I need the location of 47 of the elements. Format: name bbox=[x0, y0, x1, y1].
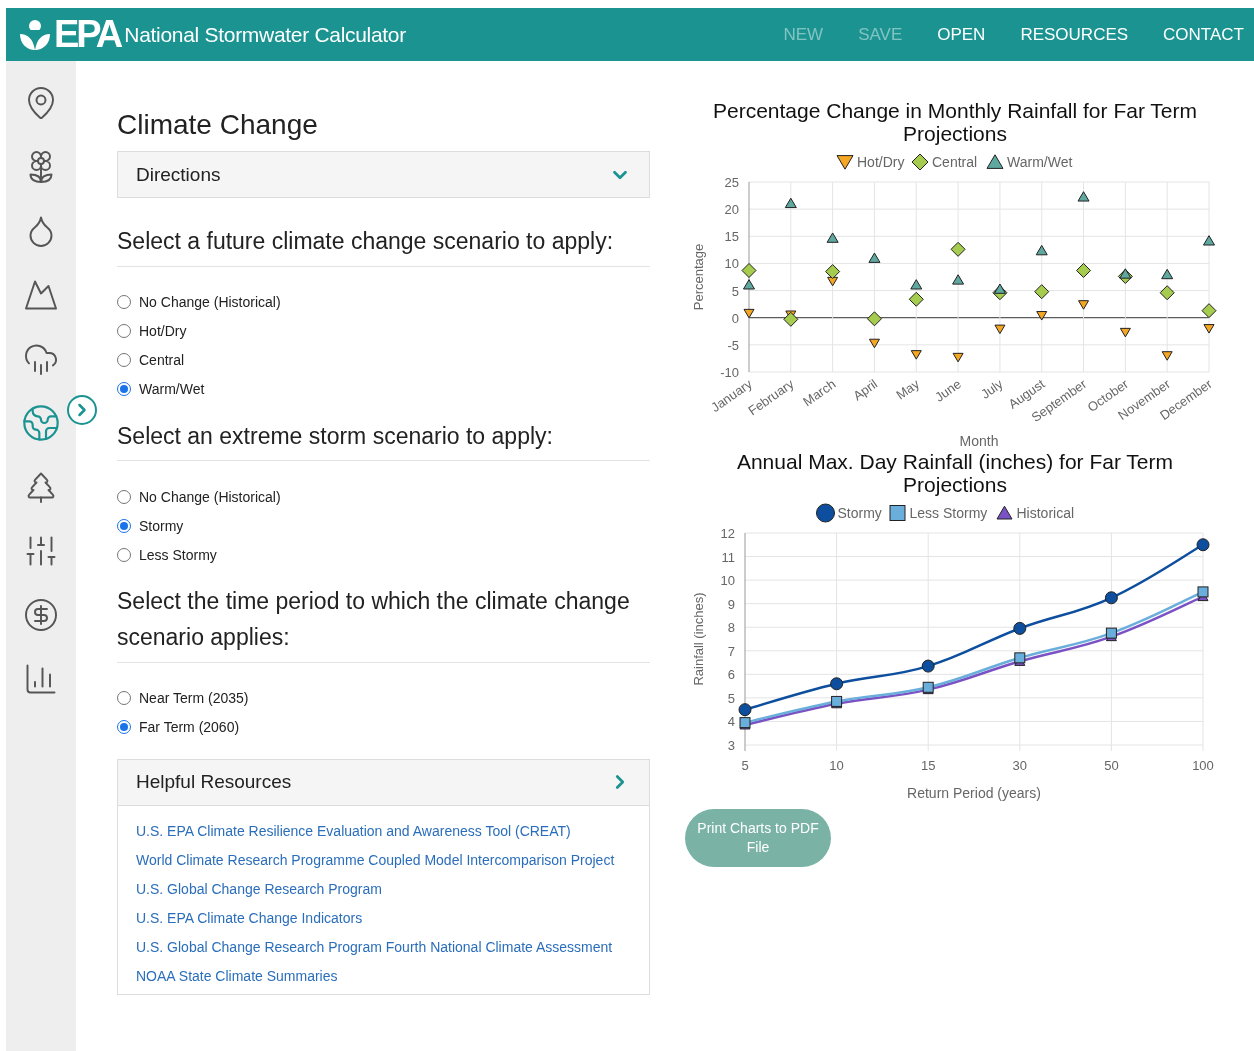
axis-tick-label: 7 bbox=[727, 644, 735, 660]
axis-tick-label: June bbox=[932, 376, 964, 405]
legend-label: Central bbox=[932, 154, 978, 171]
axis-tick-label: 20 bbox=[724, 202, 739, 218]
axis-tick-label: -5 bbox=[727, 338, 739, 354]
axis-tick-label: 15 bbox=[724, 229, 739, 245]
page-title: Climate Change bbox=[117, 109, 319, 141]
axis-tick-label: 3 bbox=[727, 738, 735, 754]
axis-tick-label: -10 bbox=[720, 365, 739, 381]
legend-label: Warm/Wet bbox=[1007, 154, 1073, 171]
axis-title: Rainfall (inches) bbox=[691, 592, 706, 686]
axis-tick-label: 0 bbox=[731, 310, 739, 326]
axis-tick-label: 8 bbox=[727, 620, 735, 636]
axis-tick-label: 10 bbox=[720, 573, 735, 589]
axis-tick-label: 100 bbox=[1192, 758, 1214, 774]
legend-label: Historical bbox=[1016, 505, 1075, 522]
legend-label: Less Stormy bbox=[909, 505, 988, 522]
axis-tick-label: 10 bbox=[829, 758, 844, 774]
axis-tick-label: 5 bbox=[727, 691, 735, 707]
axis-title: Month bbox=[959, 433, 999, 450]
axis-tick-label: 15 bbox=[920, 758, 936, 774]
chart-title: Annual Max. Day Rainfall (inches) for Far Term Projections bbox=[735, 450, 1175, 497]
axis-tick-label: 5 bbox=[741, 758, 749, 774]
axis-title: Percentage bbox=[691, 243, 706, 311]
axis-title: Return Period (years) bbox=[907, 785, 1041, 802]
axis-tick-label: 30 bbox=[1012, 758, 1028, 774]
axis-tick-label: 11 bbox=[721, 549, 735, 565]
axis-tick-label: 6 bbox=[727, 667, 735, 683]
section-heading: Select the time period to which the climate change scenario applies: bbox=[117, 584, 650, 663]
axis-tick-label: 25 bbox=[724, 175, 739, 191]
axis-tick-label: 12 bbox=[720, 526, 735, 542]
app-title: National Stormwater Calculator bbox=[124, 22, 407, 47]
legend-label: Stormy bbox=[837, 505, 882, 522]
axis-tick-label: 10 bbox=[724, 256, 739, 272]
section-heading: Select a future climate change scenario to apply: bbox=[117, 224, 650, 267]
axis-tick-label: 4 bbox=[727, 714, 735, 730]
legend-label: Hot/Dry bbox=[857, 154, 905, 171]
axis-tick-label: April bbox=[850, 376, 881, 404]
panel-title: Helpful Resources bbox=[136, 771, 292, 794]
axis-tick-label: July bbox=[978, 376, 1006, 402]
section-heading: Select an extreme storm scenario to apply: bbox=[117, 418, 650, 462]
axis-tick-label: 5 bbox=[731, 283, 739, 299]
axis-tick-label: 9 bbox=[727, 597, 735, 613]
axis-tick-label: May bbox=[893, 376, 922, 403]
chart-title: Percentage Change in Monthly Rainfall for Far Term Projections bbox=[712, 99, 1198, 146]
axis-tick-label: 50 bbox=[1104, 758, 1119, 774]
logo-text: EPA bbox=[54, 13, 121, 56]
